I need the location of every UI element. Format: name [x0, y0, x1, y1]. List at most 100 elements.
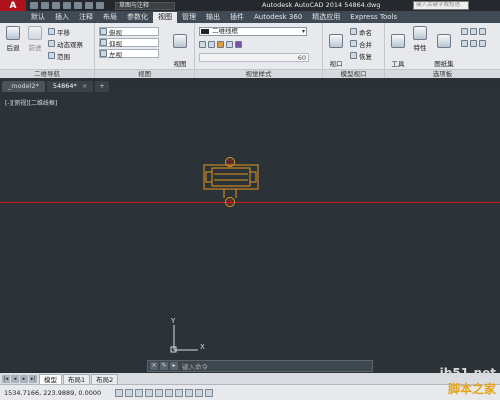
panel-label-2d-navigation: 二维导航	[0, 69, 94, 78]
view-item-left[interactable]: 左视	[99, 49, 159, 59]
forward-button[interactable]: 前进	[24, 26, 46, 52]
extents-button[interactable]: 范围	[48, 51, 70, 61]
named-views-icon	[350, 28, 357, 35]
close-icon[interactable]: ×	[82, 81, 87, 92]
prev-tab-icon[interactable]: ◂	[11, 374, 19, 383]
ortho-icon[interactable]	[145, 388, 153, 397]
pan-button[interactable]: 平移	[48, 27, 70, 37]
save-icon[interactable]	[52, 2, 60, 9]
panel-visual-styles: 二维线框 ▾ 60 视觉样式	[195, 23, 323, 78]
visual-style-select[interactable]: 二维线框 ▾	[199, 27, 307, 36]
restore-icon	[350, 52, 357, 59]
panel-palettes: 工具 选项板 特性 图纸集 管理器 选项板	[385, 23, 500, 78]
layers-icon[interactable]	[470, 40, 477, 47]
ribbon-tab[interactable]: 插入	[50, 12, 74, 23]
infer-constraints-icon[interactable]	[115, 388, 123, 397]
orbit-button[interactable]: 动态观察	[48, 39, 83, 49]
edge-effect-icon[interactable]	[199, 41, 206, 48]
panel-label-visual-styles: 视觉样式	[195, 69, 322, 78]
opacity-value: 60	[297, 53, 306, 62]
new-tab-icon[interactable]: +	[95, 81, 109, 92]
save-as-icon[interactable]	[63, 2, 71, 9]
ribbon-tab[interactable]: 视图	[153, 12, 177, 23]
view-item-label: 仰视	[109, 39, 122, 48]
grid-icon[interactable]	[135, 388, 143, 397]
viewport-restore-label: 恢复	[359, 52, 372, 61]
extents-label: 范围	[57, 52, 70, 61]
ribbon-tab[interactable]: Express Tools	[345, 12, 402, 23]
lineweight-icon[interactable]	[205, 388, 213, 397]
close-icon[interactable]: ×	[150, 362, 158, 370]
drawing-part[interactable]	[0, 92, 500, 372]
polar-icon[interactable]	[155, 388, 163, 397]
workspace-select[interactable]: 草图与注释	[115, 1, 175, 10]
application-menu-button[interactable]: A	[0, 0, 26, 11]
design-center-icon[interactable]	[470, 28, 477, 35]
ribbon-tab[interactable]: 参数化	[122, 12, 153, 23]
viewport-name-button[interactable]: 命名	[350, 27, 372, 37]
new-icon[interactable]	[30, 2, 38, 9]
ribbon-tab[interactable]: 输出	[201, 12, 225, 23]
material-icon[interactable]	[235, 41, 242, 48]
print-icon[interactable]	[74, 2, 82, 9]
view-manager-icon	[173, 34, 187, 48]
viewport-join-label: 合并	[359, 40, 372, 49]
layout-tab[interactable]: 模型	[39, 373, 62, 384]
part-inner-body	[211, 167, 251, 187]
ribbon-tab[interactable]: Autodesk 360	[249, 12, 307, 23]
otrack-icon[interactable]	[175, 388, 183, 397]
viewport-join-button[interactable]: 合并	[350, 39, 372, 49]
dyn-icon[interactable]	[195, 388, 203, 397]
ribbon-tab[interactable]: 默认	[26, 12, 50, 23]
opacity-slider[interactable]: 60	[199, 53, 309, 62]
view-item-label: 左视	[109, 50, 122, 59]
ribbon-tab[interactable]: 管理	[177, 12, 201, 23]
open-icon[interactable]	[41, 2, 49, 9]
shadow-icon[interactable]	[226, 41, 233, 48]
file-tab[interactable]: 54864* ×	[46, 81, 94, 92]
snap-icon[interactable]	[125, 388, 133, 397]
redo-icon[interactable]	[96, 2, 104, 9]
zoom-extents-icon	[48, 52, 55, 59]
ducs-icon[interactable]	[185, 388, 193, 397]
layout-tab[interactable]: 布局1	[63, 373, 91, 384]
properties-label: 特性	[413, 44, 427, 52]
ribbon: 后退 前进 平移 动态观察 范围 二维导航 俯视 仰视 左视 视图 管理器 视图…	[0, 23, 500, 78]
last-tab-icon[interactable]: ▸|	[29, 374, 37, 383]
palette-extra-tools-row2	[461, 39, 488, 48]
view-bottom-icon	[100, 39, 107, 46]
visual-style-swatch	[201, 29, 209, 34]
properties-button[interactable]: 特性	[409, 26, 431, 52]
part-bottom-boss	[225, 197, 235, 207]
drawing-canvas[interactable]: [-][俯视][二维线框] Y X	[0, 92, 500, 372]
first-tab-icon[interactable]: |◂	[2, 374, 10, 383]
coordinates-readout[interactable]: 1534.7166, 223.9889, 0.0000	[0, 389, 115, 397]
ucs-y-label: Y	[171, 317, 176, 325]
back-label: 后退	[6, 44, 20, 52]
join-icon	[350, 40, 357, 47]
next-tab-icon[interactable]: ▸	[20, 374, 28, 383]
layout-tab[interactable]: 布局2	[91, 373, 119, 384]
file-tab[interactable]: _model2*	[2, 81, 45, 92]
face-style-icon[interactable]	[208, 41, 215, 48]
recent-commands-icon[interactable]: ▸	[170, 362, 178, 370]
calculator-icon[interactable]	[461, 28, 468, 35]
panel-2d-navigation: 后退 前进 平移 动态观察 范围 二维导航	[0, 23, 95, 78]
command-line-icon[interactable]	[461, 40, 468, 47]
ribbon-tab[interactable]: 注释	[74, 12, 98, 23]
table-icon[interactable]	[479, 40, 486, 47]
command-input[interactable]: 键入命令	[182, 361, 208, 371]
lighting-icon[interactable]	[217, 41, 224, 48]
wrench-icon[interactable]: ✎	[160, 362, 168, 370]
ribbon-tab[interactable]: 精选应用	[307, 12, 345, 23]
search-input[interactable]: 键入关键字或短语	[413, 1, 469, 10]
back-button[interactable]: 后退	[2, 26, 24, 52]
ribbon-tab[interactable]: 插件	[225, 12, 249, 23]
view-item-top[interactable]: 俯视	[99, 27, 159, 37]
view-item-bottom[interactable]: 仰视	[99, 38, 159, 48]
ribbon-tab[interactable]: 布局	[98, 12, 122, 23]
markup-icon[interactable]	[479, 28, 486, 35]
undo-icon[interactable]	[85, 2, 93, 9]
osnap-icon[interactable]	[165, 388, 173, 397]
viewport-restore-button[interactable]: 恢复	[350, 51, 372, 61]
